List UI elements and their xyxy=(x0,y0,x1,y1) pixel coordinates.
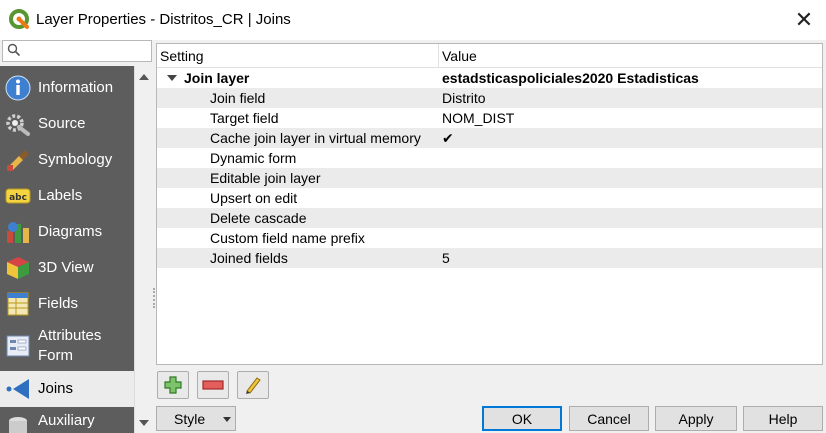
add-join-button[interactable] xyxy=(157,371,189,399)
setting-label: Joined fields xyxy=(210,250,288,266)
add-join-icon xyxy=(164,376,182,394)
column-header-setting[interactable]: Setting xyxy=(160,48,204,64)
joins-icon xyxy=(6,379,29,399)
scroll-up-arrow-icon[interactable] xyxy=(139,74,149,80)
search-input[interactable] xyxy=(23,42,147,60)
sidebar-item-source[interactable]: Source xyxy=(0,108,134,140)
qgis-logo-icon xyxy=(9,9,29,29)
style-dropdown-button[interactable]: Style xyxy=(156,406,236,431)
window-title: Layer Properties - Distritos_CR | Joins xyxy=(36,11,291,28)
setting-label: Dynamic form xyxy=(210,150,297,166)
sidebar-item-label: Symbology xyxy=(38,151,113,168)
attributes-form-icon xyxy=(6,335,30,357)
title-bar: Layer Properties - Distritos_CR | Joins … xyxy=(0,0,826,40)
cancel-button[interactable]: Cancel xyxy=(569,406,649,431)
sidebar-item-label: Diagrams xyxy=(38,223,103,240)
join-layer-value: estadsticaspoliciales2020 Estadisticas xyxy=(442,70,699,86)
sidebar-item-label: Information xyxy=(38,79,114,96)
join-layer-row[interactable]: Join layer estadsticaspoliciales2020 Est… xyxy=(157,68,822,88)
style-button-label: Style xyxy=(174,411,206,427)
tree-row[interactable]: Dynamic form xyxy=(157,148,822,168)
diagrams-icon xyxy=(7,222,29,243)
sidebar-item-label: Fields xyxy=(38,295,79,312)
tree-row[interactable]: Joined fields 5 xyxy=(157,248,822,268)
sidebar-item-attributes-form[interactable]: Attributes Form xyxy=(0,324,134,368)
joins-tree-view[interactable]: Setting Value Join layer estadsticaspoli… xyxy=(156,43,823,365)
tree-row[interactable]: Delete cascade xyxy=(157,208,822,228)
setting-label: Delete cascade xyxy=(210,210,307,226)
svg-text:abc: abc xyxy=(9,193,27,203)
tree-header: Setting Value xyxy=(157,44,822,68)
remove-join-icon xyxy=(202,380,224,390)
ok-button[interactable]: OK xyxy=(482,406,562,431)
sidebar-item-symbology[interactable]: Symbology xyxy=(0,144,134,176)
symbology-icon xyxy=(7,150,29,171)
sidebar: Information Source Symbology abc Labels … xyxy=(0,66,134,433)
sidebar-item-label: Auxiliary xyxy=(38,412,95,429)
collapse-arrow-icon[interactable] xyxy=(167,75,177,81)
tree-row[interactable]: Join field Distrito xyxy=(157,88,822,108)
sidebar-item-information[interactable]: Information xyxy=(0,72,134,104)
edit-join-button[interactable] xyxy=(237,371,269,399)
sidebar-item-label: Labels xyxy=(38,187,83,204)
help-button[interactable]: Help xyxy=(743,406,823,431)
dropdown-arrow-icon xyxy=(223,417,231,422)
scroll-down-arrow-icon[interactable] xyxy=(139,420,149,426)
auxiliary-icon xyxy=(9,417,27,433)
setting-value: Distrito xyxy=(442,90,486,106)
labels-icon: abc xyxy=(5,188,31,204)
sidebar-item-diagrams[interactable]: Diagrams xyxy=(0,216,134,248)
close-button[interactable]: ✕ xyxy=(790,6,818,34)
search-field[interactable] xyxy=(2,40,152,62)
fields-icon xyxy=(7,292,29,316)
sidebar-item-labels[interactable]: abc Labels xyxy=(0,180,134,212)
column-header-value[interactable]: Value xyxy=(442,48,477,64)
information-icon xyxy=(5,75,31,101)
tree-row[interactable]: Upsert on edit xyxy=(157,188,822,208)
search-icon xyxy=(7,43,21,57)
sidebar-item-fields[interactable]: Fields xyxy=(0,288,134,320)
close-icon: ✕ xyxy=(794,7,814,32)
join-layer-label: Join layer xyxy=(184,70,250,86)
setting-label: Cache join layer in virtual memory xyxy=(210,130,421,146)
sidebar-scrollbar[interactable] xyxy=(134,66,152,433)
setting-label: Upsert on edit xyxy=(210,190,298,206)
tree-row[interactable]: Custom field name prefix xyxy=(157,228,822,248)
sidebar-item-3d-view[interactable]: 3D View xyxy=(0,252,134,284)
tree-row[interactable]: Cache join layer in virtual memory ✔ xyxy=(157,128,822,148)
setting-label: Target field xyxy=(210,110,279,126)
setting-label: Custom field name prefix xyxy=(210,230,365,246)
sidebar-item-joins[interactable]: Joins xyxy=(0,371,134,407)
column-separator[interactable] xyxy=(438,44,439,68)
setting-value: 5 xyxy=(442,250,450,266)
sidebar-item-label: Attributes xyxy=(38,327,102,344)
source-icon xyxy=(6,114,30,136)
setting-value: NOM_DIST xyxy=(442,110,515,126)
setting-label: Join field xyxy=(210,90,266,106)
3d-view-icon xyxy=(7,257,29,279)
apply-button[interactable]: Apply xyxy=(655,406,737,431)
layer-properties-dialog: Layer Properties - Distritos_CR | Joins … xyxy=(0,0,826,433)
sidebar-item-label: Joins xyxy=(38,380,74,397)
sidebar-item-auxiliary[interactable]: Auxiliary xyxy=(0,409,134,433)
edit-join-icon xyxy=(246,377,261,394)
setting-label: Editable join layer xyxy=(210,170,321,186)
tree-row[interactable]: Target field NOM_DIST xyxy=(157,108,822,128)
remove-join-button[interactable] xyxy=(197,371,229,399)
sidebar-item-label-line2: Form xyxy=(38,347,73,364)
sidebar-item-label: 3D View xyxy=(38,259,94,276)
tree-row[interactable]: Editable join layer xyxy=(157,168,822,188)
splitter-grip-icon xyxy=(153,288,155,308)
sidebar-item-label: Source xyxy=(38,115,86,132)
checkmark-icon: ✔ xyxy=(442,130,454,146)
